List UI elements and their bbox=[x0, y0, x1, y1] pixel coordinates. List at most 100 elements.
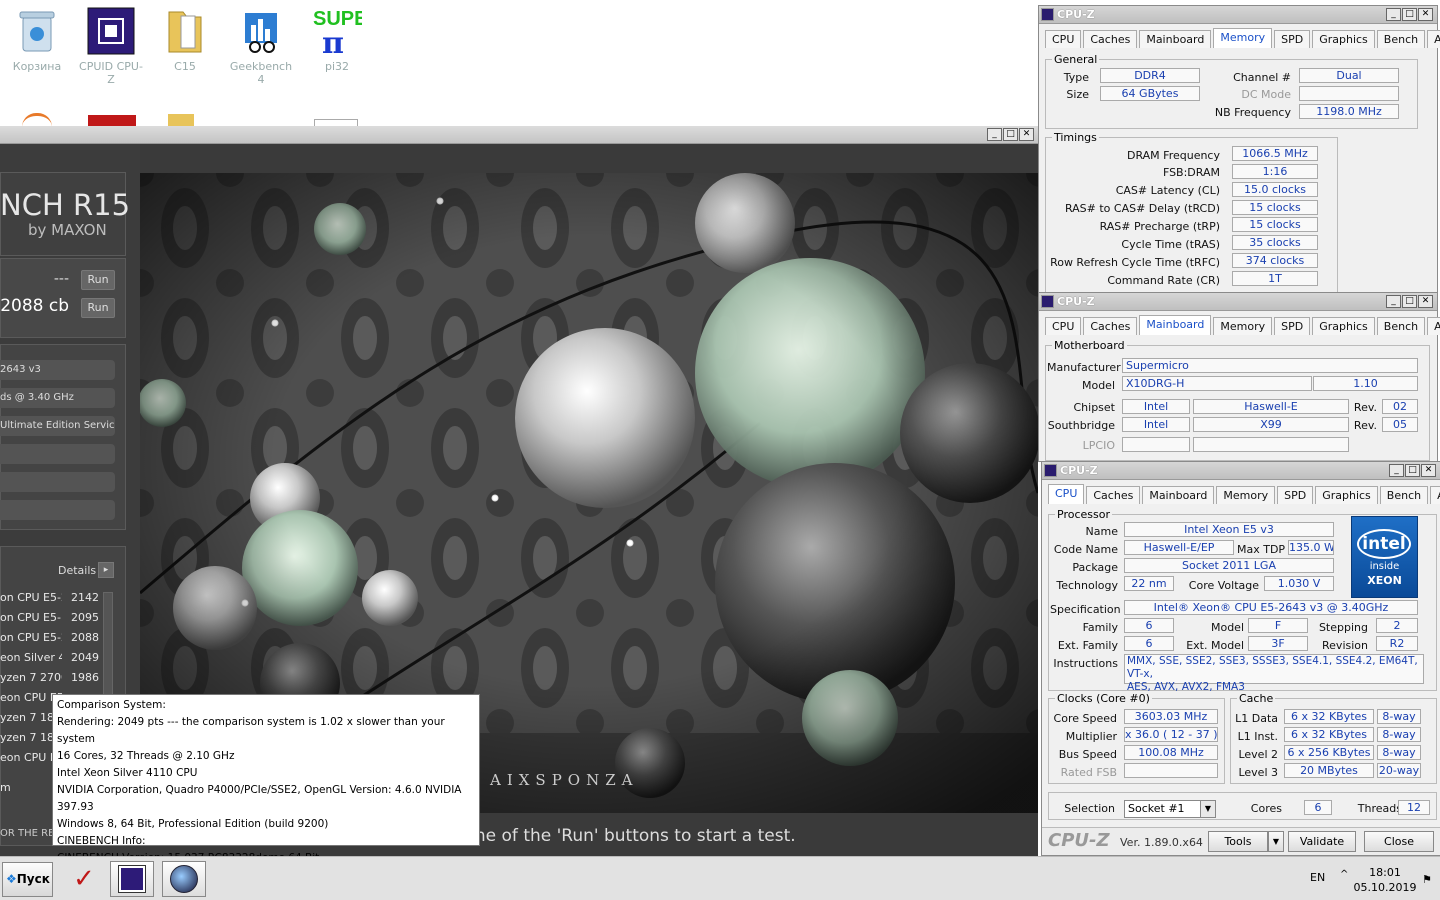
ranking-row[interactable]: on CPU E5-2 2088 bbox=[0, 628, 112, 648]
ranking-row[interactable]: on CPU E5- 2095 bbox=[0, 608, 112, 628]
minimize-icon[interactable]: _ bbox=[1386, 8, 1401, 21]
tab-cpu[interactable]: CPU bbox=[1045, 30, 1082, 48]
type-label: Type bbox=[1063, 71, 1089, 84]
minimize-icon[interactable]: _ bbox=[987, 128, 1002, 141]
close-button[interactable]: Close bbox=[1364, 831, 1434, 852]
clock[interactable]: 18:01 05.10.2019 bbox=[1352, 865, 1418, 895]
tab-bench[interactable]: Bench bbox=[1376, 30, 1426, 48]
spec-label: Specification bbox=[1050, 603, 1121, 616]
minimize-icon[interactable]: _ bbox=[1386, 295, 1401, 308]
notification-flag-icon[interactable]: ⚑ bbox=[1422, 873, 1432, 886]
desktop-icon-c15[interactable]: C15 bbox=[150, 6, 220, 73]
timing-value: 1:16 bbox=[1232, 164, 1318, 179]
tab-spd[interactable]: SPD bbox=[1274, 317, 1311, 335]
maximize-icon[interactable]: □ bbox=[1003, 128, 1018, 141]
tools-button[interactable]: Tools bbox=[1208, 831, 1268, 852]
cache-label: L1 Inst. bbox=[1237, 730, 1278, 743]
tab-graphics[interactable]: Graphics bbox=[1312, 317, 1375, 335]
ratedfsb-label: Rated FSB bbox=[1060, 766, 1117, 779]
timing-label: Command Rate (CR) bbox=[1107, 274, 1220, 287]
close-icon[interactable]: ✕ bbox=[1019, 128, 1034, 141]
taskbar-app-1[interactable]: ✓ bbox=[62, 861, 106, 897]
tab-caches[interactable]: Caches bbox=[1083, 317, 1138, 335]
taskbar-app-cpuz[interactable] bbox=[110, 861, 154, 897]
taskbar-app-cinebench[interactable] bbox=[162, 861, 206, 897]
tab-graphics[interactable]: Graphics bbox=[1312, 30, 1375, 48]
busspeed-value: 100.08 MHz bbox=[1124, 745, 1218, 760]
cpuz-titlebar[interactable]: CPU-Z _ □ ✕ bbox=[1042, 462, 1440, 480]
stepping-value: 2 bbox=[1376, 618, 1418, 633]
cpuz-titlebar[interactable]: CPU-Z _ □ ✕ bbox=[1039, 6, 1437, 24]
tray-expand-icon[interactable]: ^ bbox=[1340, 869, 1348, 880]
name-label: Name bbox=[1085, 525, 1118, 538]
details-label[interactable]: Details bbox=[58, 564, 96, 577]
maximize-icon[interactable]: □ bbox=[1405, 464, 1420, 477]
tools-dropdown-button[interactable]: ▼ bbox=[1268, 831, 1284, 852]
tab-about[interactable]: About bbox=[1427, 317, 1440, 335]
spec-value: Intel® Xeon® CPU E5-2643 v3 @ 3.40GHz bbox=[1124, 600, 1418, 615]
tab-memory[interactable]: Memory bbox=[1213, 317, 1273, 335]
desktop-icon-cpuz[interactable]: CPUID CPU-Z bbox=[76, 6, 146, 86]
tab-mainboard[interactable]: Mainboard bbox=[1139, 315, 1212, 335]
start-button[interactable]: ❖Пуск bbox=[2, 862, 53, 897]
size-value: 64 GBytes bbox=[1100, 86, 1200, 101]
system-os: Ultimate Edition Service bbox=[0, 416, 115, 436]
group-title: Clocks (Core #0) bbox=[1055, 692, 1152, 705]
desktop-icon-recycle-bin[interactable]: Корзина bbox=[2, 6, 72, 73]
tab-mainboard[interactable]: Mainboard bbox=[1139, 30, 1212, 48]
family-label: Family bbox=[1082, 621, 1118, 634]
dcmode-label: DC Mode bbox=[1241, 88, 1291, 101]
threads-value: 12 bbox=[1398, 800, 1430, 815]
ranking-score: 2095 bbox=[71, 611, 99, 624]
tab-bench[interactable]: Bench bbox=[1379, 486, 1429, 504]
cpuz-version: Ver. 1.89.0.x64 bbox=[1120, 836, 1203, 849]
tab-cpu[interactable]: CPU bbox=[1048, 484, 1085, 504]
voltage-label: Core Voltage bbox=[1188, 579, 1259, 592]
tab-about[interactable]: About bbox=[1427, 30, 1440, 48]
tab-bench[interactable]: Bench bbox=[1376, 317, 1426, 335]
language-indicator[interactable]: EN bbox=[1310, 871, 1325, 884]
group-title: General bbox=[1052, 53, 1100, 66]
desktop-icon-label: CPUID CPU-Z bbox=[79, 60, 143, 86]
ranking-name: on CPU E5-2 bbox=[0, 591, 62, 604]
family-value: 6 bbox=[1124, 618, 1174, 633]
tab-graphics[interactable]: Graphics bbox=[1315, 486, 1378, 504]
run-cpu-button[interactable]: Run bbox=[81, 298, 115, 318]
desktop-icon-label: Geekbench 4 bbox=[229, 60, 293, 86]
maximize-icon[interactable]: □ bbox=[1402, 8, 1417, 21]
tab-caches[interactable]: Caches bbox=[1083, 30, 1138, 48]
ranking-row[interactable]: on CPU E5-2 2142 bbox=[0, 588, 112, 608]
cpuz-titlebar[interactable]: CPU-Z _ □ ✕ bbox=[1039, 293, 1437, 311]
tools-label: Tools bbox=[1224, 835, 1252, 848]
desktop-icon-geekbench[interactable]: Geekbench 4 bbox=[226, 6, 296, 86]
close-icon[interactable]: ✕ bbox=[1421, 464, 1436, 477]
tab-about[interactable]: About bbox=[1430, 486, 1440, 504]
validate-button[interactable]: Validate bbox=[1288, 831, 1356, 852]
cinebench-titlebar[interactable]: _ □ ✕ bbox=[0, 126, 1038, 144]
tab-memory[interactable]: Memory bbox=[1216, 486, 1276, 504]
render-watermark: AIXSPONZA bbox=[489, 771, 638, 789]
selection-dropdown[interactable]: Socket #1 ▼ bbox=[1124, 800, 1216, 818]
run-opengl-button[interactable]: Run bbox=[81, 270, 115, 290]
chevron-down-icon[interactable]: ▼ bbox=[1200, 801, 1215, 817]
tab-mainboard[interactable]: Mainboard bbox=[1142, 486, 1215, 504]
close-icon[interactable]: ✕ bbox=[1418, 295, 1433, 308]
tab-caches[interactable]: Caches bbox=[1086, 486, 1141, 504]
details-toggle-icon[interactable]: ▸ bbox=[98, 562, 114, 578]
tooltip-line: Comparison System: bbox=[57, 699, 166, 711]
southbridge-rev-value: 05 bbox=[1382, 417, 1418, 432]
cache-label: L1 Data bbox=[1235, 712, 1278, 725]
tab-spd[interactable]: SPD bbox=[1274, 30, 1311, 48]
tab-cpu[interactable]: CPU bbox=[1045, 317, 1082, 335]
ranking-row[interactable]: yzen 7 2700 1986 bbox=[0, 668, 112, 688]
ranking-row[interactable]: eon Silver 4 2049 bbox=[0, 648, 112, 668]
desktop-icon-superpi[interactable]: SUPERπ pi32 bbox=[302, 6, 372, 73]
maximize-icon[interactable]: □ bbox=[1402, 295, 1417, 308]
minimize-icon[interactable]: _ bbox=[1389, 464, 1404, 477]
close-icon[interactable]: ✕ bbox=[1418, 8, 1433, 21]
tab-spd[interactable]: SPD bbox=[1277, 486, 1314, 504]
chipset-vendor: Intel bbox=[1122, 399, 1190, 414]
southbridge-vendor: Intel bbox=[1122, 417, 1190, 432]
tab-memory[interactable]: Memory bbox=[1213, 28, 1273, 48]
ranking-name: on CPU E5-2 bbox=[0, 631, 62, 644]
